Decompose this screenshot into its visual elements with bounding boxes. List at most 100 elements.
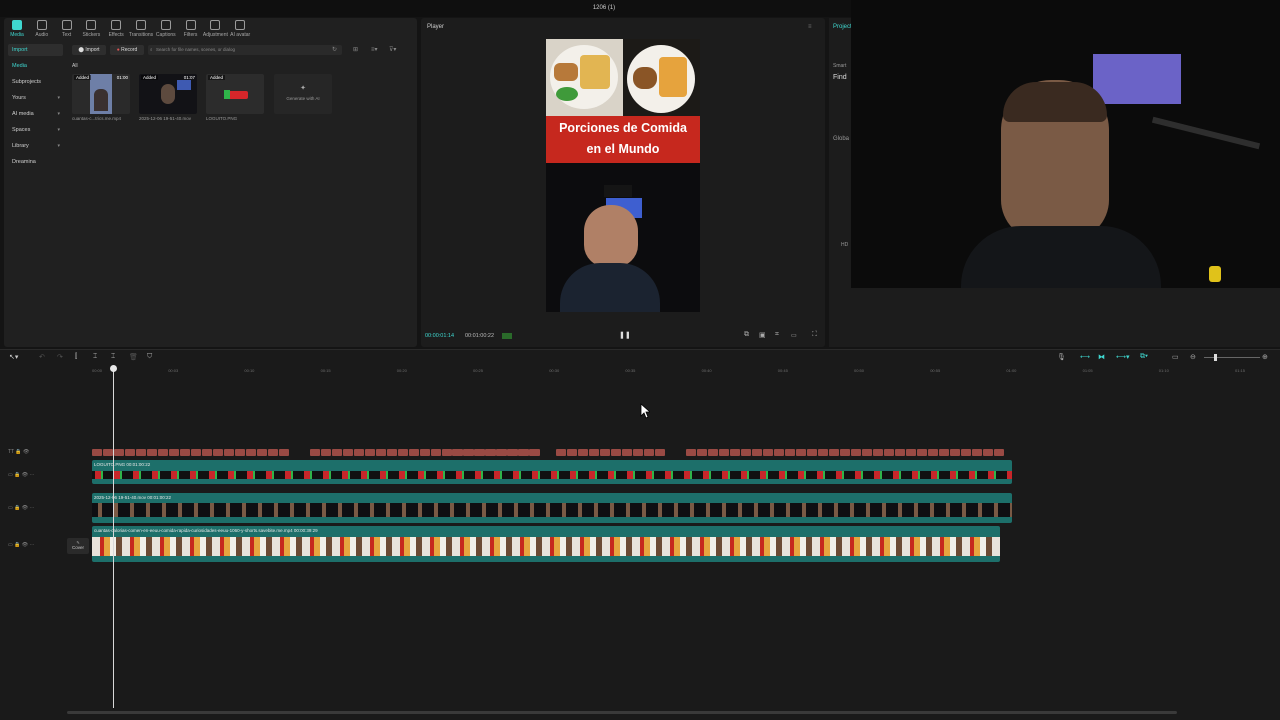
playhead[interactable] bbox=[113, 366, 114, 708]
caption-clip[interactable] bbox=[961, 449, 971, 456]
caption-clip[interactable] bbox=[180, 449, 190, 456]
caption-clip[interactable] bbox=[365, 449, 375, 456]
caption-clip[interactable] bbox=[376, 449, 386, 456]
delete-icon[interactable]: 🗑 bbox=[129, 353, 138, 361]
sidebar-item-spaces[interactable]: Spaces ▾ bbox=[8, 124, 63, 136]
caption-clip[interactable] bbox=[895, 449, 905, 456]
text-track-controls[interactable]: TT 🔒 👁 bbox=[8, 449, 29, 455]
caption-clip[interactable] bbox=[202, 449, 212, 456]
caption-clip[interactable] bbox=[213, 449, 223, 456]
sidebar-item-yours[interactable]: Yours ▾ bbox=[8, 92, 63, 104]
video-preview[interactable]: Porciones de Comida en el Mundo bbox=[546, 39, 700, 312]
sidebar-item-ai-media[interactable]: AI media ▾ bbox=[8, 108, 63, 120]
caption-clip[interactable] bbox=[387, 449, 397, 456]
caption-clip[interactable] bbox=[589, 449, 599, 456]
zoom-slider[interactable] bbox=[1204, 357, 1260, 358]
track2-controls[interactable]: ▭ 🔒 👁 ⋯ bbox=[8, 472, 34, 478]
caption-clip[interactable] bbox=[409, 449, 419, 456]
caption-clip[interactable] bbox=[103, 449, 113, 456]
grid-view-icon[interactable]: ⊞ bbox=[353, 46, 358, 53]
caption-clip[interactable] bbox=[224, 449, 234, 456]
caption-clip[interactable] bbox=[147, 449, 157, 456]
caption-clip[interactable] bbox=[442, 449, 452, 456]
caption-clip[interactable] bbox=[279, 449, 289, 456]
main-video-clip[interactable]: cuantas-calorias-comen-en-eeuu-comida-ra… bbox=[92, 526, 1000, 562]
caption-clip[interactable] bbox=[611, 449, 621, 456]
caption-clip[interactable] bbox=[420, 449, 430, 456]
main-track-controls[interactable]: ▭ 🔒 👁 ⋯ bbox=[8, 542, 34, 548]
tab-text[interactable]: Text bbox=[54, 20, 80, 38]
media-item-logo[interactable]: Added bbox=[206, 74, 264, 114]
snap-icon[interactable]: ⧓ bbox=[1098, 353, 1105, 361]
undo-icon[interactable]: ↶ bbox=[39, 353, 45, 361]
split-icon[interactable]: ⫿ bbox=[75, 353, 77, 361]
zoom-slider-handle[interactable] bbox=[1214, 354, 1217, 361]
generate-with-ai-button[interactable]: ✦ Generate with AI bbox=[274, 74, 332, 114]
tab-transitions[interactable]: Transitions bbox=[128, 20, 154, 38]
caption-clip[interactable] bbox=[633, 449, 643, 456]
caption-clip[interactable] bbox=[398, 449, 408, 456]
caption-clip[interactable] bbox=[644, 449, 654, 456]
caption-clip[interactable] bbox=[851, 449, 861, 456]
caption-clip[interactable] bbox=[774, 449, 784, 456]
caption-clip[interactable] bbox=[818, 449, 828, 456]
caption-clip[interactable] bbox=[873, 449, 883, 456]
ratio-icon[interactable]: ⧉ bbox=[744, 331, 749, 339]
caption-clip[interactable] bbox=[92, 449, 102, 456]
caption-clip[interactable] bbox=[928, 449, 938, 456]
caption-clip[interactable] bbox=[994, 449, 1004, 456]
caption-clip[interactable] bbox=[730, 449, 740, 456]
caption-clip[interactable] bbox=[741, 449, 751, 456]
caption-view-icon[interactable]: ▭ bbox=[1172, 353, 1179, 361]
caption-clip[interactable] bbox=[600, 449, 610, 456]
tab-media[interactable]: Media bbox=[4, 20, 30, 38]
camera-clip[interactable]: 2025-12-06 19-51-40.mov 00:01:00:22 bbox=[92, 493, 1012, 523]
tab-audio[interactable]: Audio bbox=[29, 20, 55, 38]
filter-icon[interactable]: ⊽▾ bbox=[389, 46, 396, 53]
crop-icon[interactable]: ⌗ bbox=[775, 331, 779, 339]
media-item-video2[interactable]: Added 01:07 bbox=[139, 74, 197, 114]
caption-clip[interactable] bbox=[686, 449, 696, 456]
caption-clip[interactable] bbox=[496, 449, 506, 456]
tab-stickers[interactable]: Stickers bbox=[78, 20, 104, 38]
caption-clip[interactable] bbox=[939, 449, 949, 456]
caption-clip[interactable] bbox=[622, 449, 632, 456]
pause-button[interactable]: ❚❚ bbox=[619, 331, 631, 339]
zoom-out-icon[interactable]: ⊖ bbox=[1190, 353, 1196, 361]
filter-all-label[interactable]: All bbox=[72, 63, 78, 69]
select-tool-icon[interactable]: ↖▾ bbox=[9, 353, 18, 361]
caption-clip[interactable] bbox=[136, 449, 146, 456]
caption-clip[interactable] bbox=[529, 449, 539, 456]
caption-clip[interactable] bbox=[972, 449, 982, 456]
caption-clip[interactable] bbox=[752, 449, 762, 456]
linkage-icon[interactable]: ⟷▾ bbox=[1116, 353, 1130, 361]
logo-clip[interactable]: LOGUITO.PNG 00:01:00:22 bbox=[92, 460, 1012, 484]
caption-clip[interactable] bbox=[343, 449, 353, 456]
caption-clip[interactable] bbox=[169, 449, 179, 456]
sidebar-item-import[interactable]: Import bbox=[8, 44, 63, 56]
snapshot-icon[interactable]: ▣ bbox=[759, 331, 766, 339]
sidebar-item-dreamina[interactable]: Dreamina bbox=[8, 156, 63, 168]
split-left-icon[interactable]: ⌶ bbox=[93, 353, 97, 361]
tab-captions[interactable]: Captions bbox=[153, 20, 179, 38]
sidebar-item-media[interactable]: Media bbox=[8, 60, 63, 72]
quality-icon[interactable]: ▭ bbox=[791, 332, 797, 339]
caption-clip[interactable] bbox=[191, 449, 201, 456]
caption-clip[interactable] bbox=[807, 449, 817, 456]
caption-clip[interactable] bbox=[708, 449, 718, 456]
fullscreen-icon[interactable]: ⛶ bbox=[812, 331, 817, 339]
playhead-handle[interactable] bbox=[110, 365, 117, 372]
caption-clip[interactable] bbox=[310, 449, 320, 456]
caption-clip[interactable] bbox=[556, 449, 566, 456]
caption-clip[interactable] bbox=[862, 449, 872, 456]
microphone-icon[interactable]: 🎙 bbox=[1057, 353, 1066, 361]
caption-clip[interactable] bbox=[518, 449, 528, 456]
caption-clip[interactable] bbox=[268, 449, 278, 456]
timeline-ruler[interactable]: 00:00 00:03 00:10 00:15 00:20 00:25 00:30 00:35… bbox=[67, 365, 1280, 375]
preview-axis-icon[interactable]: ⧉▾ bbox=[1140, 353, 1148, 361]
link-icon[interactable]: ⟷ bbox=[1080, 353, 1090, 361]
caption-clip[interactable] bbox=[431, 449, 441, 456]
cover-button[interactable]: ✎ Cover bbox=[67, 538, 89, 554]
caption-clip[interactable] bbox=[257, 449, 267, 456]
tab-ai-avatar[interactable]: AI avatar bbox=[227, 20, 253, 38]
